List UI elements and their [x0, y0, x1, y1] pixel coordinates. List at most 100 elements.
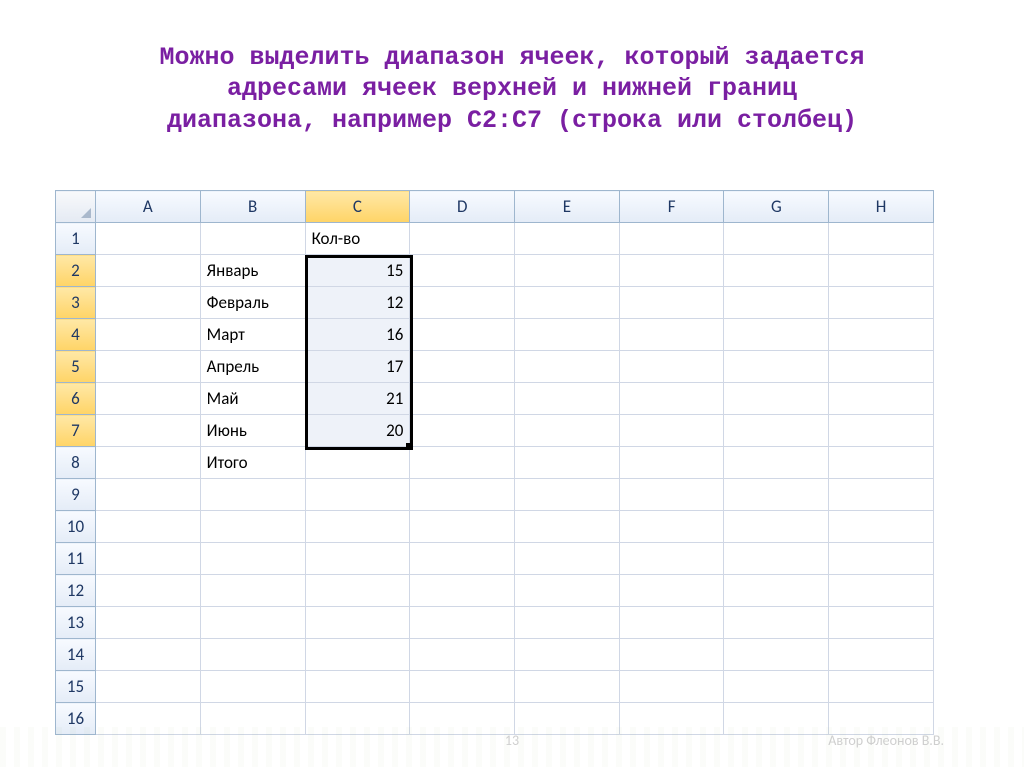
- cell-B13[interactable]: [200, 607, 305, 639]
- column-header-F[interactable]: F: [619, 191, 724, 223]
- row-header-11[interactable]: 11: [56, 543, 96, 575]
- cell-A3[interactable]: [95, 287, 200, 319]
- row-header-14[interactable]: 14: [56, 639, 96, 671]
- row-header-3[interactable]: 3: [56, 287, 96, 319]
- cell-H1[interactable]: [829, 223, 934, 255]
- column-header-G[interactable]: G: [724, 191, 829, 223]
- cell-C8[interactable]: [305, 447, 410, 479]
- cell-G2[interactable]: [724, 255, 829, 287]
- cell-F7[interactable]: [619, 415, 724, 447]
- cell-G4[interactable]: [724, 319, 829, 351]
- cell-F3[interactable]: [619, 287, 724, 319]
- cell-B6[interactable]: Май: [200, 383, 305, 415]
- cell-B5[interactable]: Апрель: [200, 351, 305, 383]
- cell-G9[interactable]: [724, 479, 829, 511]
- cell-A8[interactable]: [95, 447, 200, 479]
- cell-G7[interactable]: [724, 415, 829, 447]
- cell-G15[interactable]: [724, 671, 829, 703]
- cell-F15[interactable]: [619, 671, 724, 703]
- cell-A6[interactable]: [95, 383, 200, 415]
- cell-H11[interactable]: [829, 543, 934, 575]
- cell-A4[interactable]: [95, 319, 200, 351]
- cell-H10[interactable]: [829, 511, 934, 543]
- column-header-E[interactable]: E: [515, 191, 620, 223]
- cell-D5[interactable]: [410, 351, 515, 383]
- cell-F12[interactable]: [619, 575, 724, 607]
- row-header-5[interactable]: 5: [56, 351, 96, 383]
- row-header-15[interactable]: 15: [56, 671, 96, 703]
- cell-B2[interactable]: Январь: [200, 255, 305, 287]
- cell-B3[interactable]: Февраль: [200, 287, 305, 319]
- cell-C3[interactable]: 12: [305, 287, 410, 319]
- cell-H9[interactable]: [829, 479, 934, 511]
- cell-D1[interactable]: [410, 223, 515, 255]
- cell-C15[interactable]: [305, 671, 410, 703]
- cell-A11[interactable]: [95, 543, 200, 575]
- cell-G8[interactable]: [724, 447, 829, 479]
- cell-A10[interactable]: [95, 511, 200, 543]
- cell-A9[interactable]: [95, 479, 200, 511]
- cell-F8[interactable]: [619, 447, 724, 479]
- cell-F6[interactable]: [619, 383, 724, 415]
- cell-H14[interactable]: [829, 639, 934, 671]
- cell-B12[interactable]: [200, 575, 305, 607]
- column-header-B[interactable]: B: [200, 191, 305, 223]
- cell-D10[interactable]: [410, 511, 515, 543]
- cell-H8[interactable]: [829, 447, 934, 479]
- cell-A2[interactable]: [95, 255, 200, 287]
- row-header-2[interactable]: 2: [56, 255, 96, 287]
- cell-A15[interactable]: [95, 671, 200, 703]
- cell-E7[interactable]: [515, 415, 620, 447]
- cell-C1[interactable]: Кол-во: [305, 223, 410, 255]
- cell-A5[interactable]: [95, 351, 200, 383]
- cell-D2[interactable]: [410, 255, 515, 287]
- row-header-4[interactable]: 4: [56, 319, 96, 351]
- cell-G14[interactable]: [724, 639, 829, 671]
- cell-A13[interactable]: [95, 607, 200, 639]
- column-header-A[interactable]: A: [95, 191, 200, 223]
- cell-F2[interactable]: [619, 255, 724, 287]
- cell-F9[interactable]: [619, 479, 724, 511]
- column-header-H[interactable]: H: [829, 191, 934, 223]
- cell-A12[interactable]: [95, 575, 200, 607]
- row-header-8[interactable]: 8: [56, 447, 96, 479]
- cell-D6[interactable]: [410, 383, 515, 415]
- row-header-7[interactable]: 7: [56, 415, 96, 447]
- cell-G3[interactable]: [724, 287, 829, 319]
- cell-D8[interactable]: [410, 447, 515, 479]
- cell-C7[interactable]: 20: [305, 415, 410, 447]
- cell-D9[interactable]: [410, 479, 515, 511]
- cell-B14[interactable]: [200, 639, 305, 671]
- column-header-C[interactable]: C: [305, 191, 410, 223]
- cell-G6[interactable]: [724, 383, 829, 415]
- cell-E1[interactable]: [515, 223, 620, 255]
- row-header-10[interactable]: 10: [56, 511, 96, 543]
- cell-B9[interactable]: [200, 479, 305, 511]
- cell-F11[interactable]: [619, 543, 724, 575]
- row-header-12[interactable]: 12: [56, 575, 96, 607]
- cell-G10[interactable]: [724, 511, 829, 543]
- cell-E9[interactable]: [515, 479, 620, 511]
- cell-B1[interactable]: [200, 223, 305, 255]
- column-header-D[interactable]: D: [410, 191, 515, 223]
- cell-D12[interactable]: [410, 575, 515, 607]
- cell-C10[interactable]: [305, 511, 410, 543]
- cell-G1[interactable]: [724, 223, 829, 255]
- cell-C9[interactable]: [305, 479, 410, 511]
- cell-C5[interactable]: 17: [305, 351, 410, 383]
- cell-B7[interactable]: Июнь: [200, 415, 305, 447]
- cell-B4[interactable]: Март: [200, 319, 305, 351]
- cell-A14[interactable]: [95, 639, 200, 671]
- cell-C4[interactable]: 16: [305, 319, 410, 351]
- cell-C2[interactable]: 15: [305, 255, 410, 287]
- cell-B15[interactable]: [200, 671, 305, 703]
- cell-G11[interactable]: [724, 543, 829, 575]
- cell-H2[interactable]: [829, 255, 934, 287]
- cell-D11[interactable]: [410, 543, 515, 575]
- cell-F1[interactable]: [619, 223, 724, 255]
- cell-D15[interactable]: [410, 671, 515, 703]
- cell-E2[interactable]: [515, 255, 620, 287]
- cell-C14[interactable]: [305, 639, 410, 671]
- cell-H5[interactable]: [829, 351, 934, 383]
- cell-D13[interactable]: [410, 607, 515, 639]
